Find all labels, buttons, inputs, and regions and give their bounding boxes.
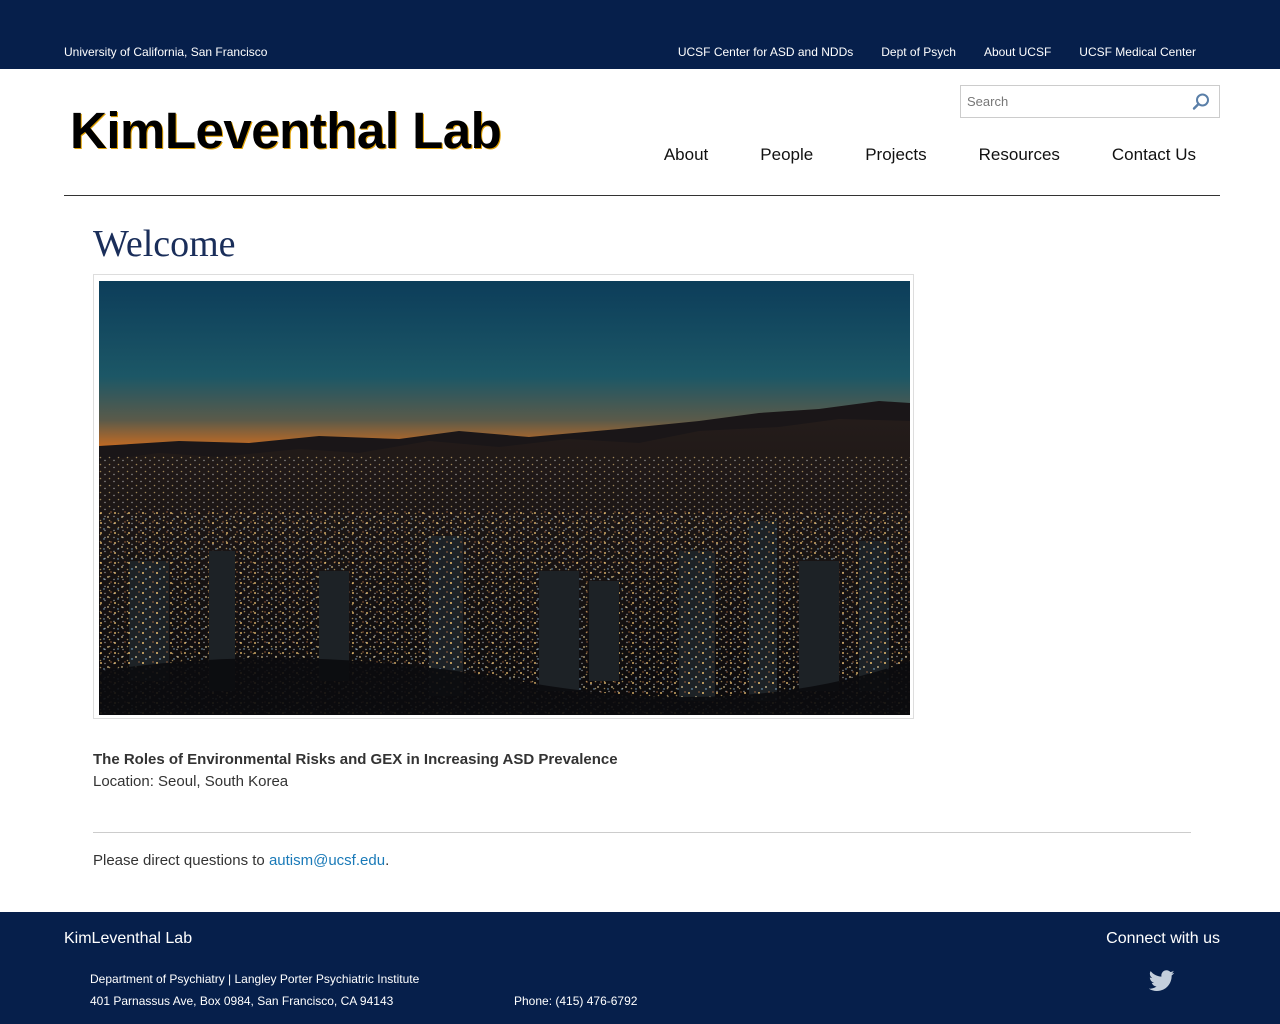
nav-people[interactable]: People: [760, 145, 813, 165]
nav-projects[interactable]: Projects: [865, 145, 926, 165]
site-footer: KimLeventhal Lab Connect with us Departm…: [0, 912, 1280, 1024]
utility-link-medical-center[interactable]: UCSF Medical Center: [1079, 45, 1196, 59]
contact-email-link[interactable]: autism@ucsf.edu: [269, 852, 385, 869]
university-link[interactable]: University of California, San Francisco: [64, 45, 267, 59]
nav-about[interactable]: About: [664, 145, 708, 165]
site-logo[interactable]: KimLeventhal Lab: [70, 101, 502, 161]
hero-image-frame: [93, 274, 914, 719]
contact-suffix: .: [385, 852, 390, 869]
content-divider: [93, 832, 1191, 833]
utility-link-dept-psych[interactable]: Dept of Psych: [881, 45, 956, 59]
utility-links: UCSF Center for ASD and NDDs Dept of Psy…: [678, 45, 1196, 59]
top-utility-bar: University of California, San Francisco …: [0, 0, 1280, 69]
utility-link-asd-center[interactable]: UCSF Center for ASD and NDDs: [678, 45, 853, 59]
nav-resources[interactable]: Resources: [979, 145, 1060, 165]
main-navigation: About People Projects Resources Contact …: [664, 145, 1196, 165]
header-divider: [64, 195, 1220, 196]
utility-link-about-ucsf[interactable]: About UCSF: [984, 45, 1051, 59]
twitter-icon[interactable]: [1148, 970, 1175, 992]
footer-connect-heading: Connect with us: [1106, 930, 1220, 947]
footer-phone: Phone: (415) 476-6792: [514, 994, 638, 1008]
page-title: Welcome: [93, 223, 236, 265]
search-input[interactable]: [961, 86, 1181, 117]
search-box: [960, 85, 1220, 118]
project-title: The Roles of Environmental Risks and GEX…: [93, 751, 618, 768]
contact-prefix: Please direct questions to: [93, 852, 269, 869]
footer-address: 401 Parnassus Ave, Box 0984, San Francis…: [90, 994, 394, 1008]
magnifier-icon[interactable]: [1191, 92, 1211, 112]
hero-image: [99, 281, 910, 715]
footer-lab-name: KimLeventhal Lab: [64, 930, 193, 947]
nav-contact-us[interactable]: Contact Us: [1112, 145, 1196, 165]
footer-department: Department of Psychiatry | Langley Porte…: [90, 972, 420, 986]
contact-line: Please direct questions to autism@ucsf.e…: [93, 852, 389, 869]
project-location: Location: Seoul, South Korea: [93, 773, 289, 790]
